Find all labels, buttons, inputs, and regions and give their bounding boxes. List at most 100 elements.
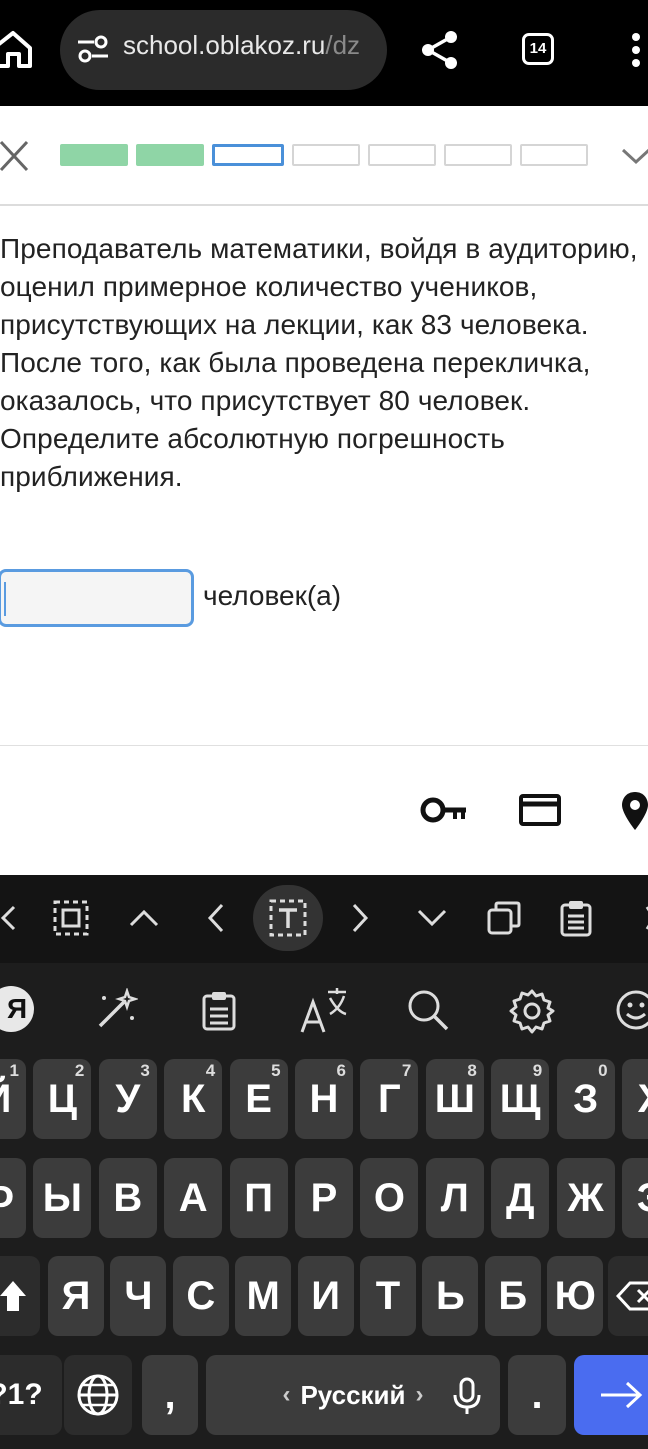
cursor-up-icon[interactable] <box>122 896 166 940</box>
key-Я[interactable]: Я <box>48 1256 104 1336</box>
close-icon[interactable] <box>0 140 30 172</box>
key-label: А <box>178 1175 208 1220</box>
progress-segment-6[interactable] <box>444 144 512 166</box>
key-К[interactable]: К4 <box>164 1059 223 1139</box>
key-Ы[interactable]: Ы <box>33 1158 92 1238</box>
question-text: Преподаватель математики, войдя в аудито… <box>0 233 638 492</box>
copy-icon[interactable] <box>482 896 526 940</box>
key-Ч[interactable]: Ч <box>110 1256 167 1336</box>
key-label: Ш <box>434 1076 475 1121</box>
progress-segment-3-current[interactable] <box>212 144 284 166</box>
select-all-icon[interactable] <box>49 896 93 940</box>
home-icon[interactable] <box>0 30 32 70</box>
key-number-hint: 2 <box>74 1061 85 1080</box>
key-label: Й <box>0 1077 11 1122</box>
key-Е[interactable]: Е5 <box>229 1059 288 1139</box>
credit-card-icon[interactable] <box>519 793 561 827</box>
key-О[interactable]: О <box>360 1158 419 1238</box>
url-main: school.oblakoz.ru <box>123 30 326 60</box>
search-icon[interactable] <box>406 988 450 1032</box>
key-label: Ц <box>47 1076 77 1121</box>
answer-unit-label: человек(а) <box>203 580 342 611</box>
backspace-key[interactable] <box>608 1256 648 1336</box>
close-toolbar-icon[interactable] <box>626 896 648 940</box>
key-number-hint: 8 <box>467 1061 477 1080</box>
cursor-right-icon[interactable] <box>338 896 382 940</box>
globe-key[interactable] <box>64 1355 132 1435</box>
key-Ь[interactable]: Ь <box>422 1256 479 1336</box>
key-П[interactable]: П <box>229 1158 288 1238</box>
share-icon[interactable] <box>420 30 460 70</box>
comma-key[interactable]: , <box>142 1355 198 1435</box>
key-label: Х <box>638 1077 648 1122</box>
more-menu-icon[interactable] <box>630 32 642 68</box>
key-С[interactable]: С <box>172 1256 229 1336</box>
key-number-hint: 1 <box>9 1061 19 1080</box>
progress-segment-5[interactable] <box>368 144 436 166</box>
paste-icon[interactable] <box>554 896 598 940</box>
key-Н[interactable]: Н6 <box>295 1059 353 1139</box>
text-select-mode-icon[interactable] <box>266 896 310 940</box>
key-В[interactable]: В <box>98 1158 157 1238</box>
progress-segment-7[interactable] <box>520 144 588 166</box>
symbols-key[interactable]: ?1? <box>0 1355 62 1435</box>
key-label: Т <box>375 1273 401 1318</box>
cursor-down-icon[interactable] <box>410 896 454 940</box>
key-А[interactable]: А <box>164 1158 223 1238</box>
key-Й[interactable]: Й1 <box>0 1059 26 1139</box>
key-number-hint: 3 <box>140 1061 150 1080</box>
period-key[interactable]: . <box>508 1355 566 1435</box>
space-key[interactable]: ‹ Русский › <box>206 1355 500 1435</box>
key-label: В <box>113 1175 143 1220</box>
key-Г[interactable]: Г7 <box>360 1059 419 1139</box>
key-label: Я <box>61 1273 91 1318</box>
settings-gear-icon[interactable] <box>509 988 555 1034</box>
site-settings-icon[interactable] <box>76 34 110 64</box>
key-Р[interactable]: Р <box>295 1158 353 1238</box>
progress-segment-2[interactable] <box>136 144 204 166</box>
key-Ю[interactable]: Ю <box>547 1256 604 1336</box>
key-label: Ю <box>554 1273 596 1318</box>
key-Д[interactable]: Д <box>491 1158 550 1238</box>
key-label: Б <box>498 1273 528 1318</box>
key-Л[interactable]: Л <box>425 1158 484 1238</box>
key-Б[interactable]: Б <box>484 1256 541 1336</box>
key-З[interactable]: З0 <box>556 1059 615 1139</box>
tabs-count-button[interactable]: 14 <box>522 33 554 65</box>
key-М[interactable]: М <box>235 1256 292 1336</box>
key-Т[interactable]: Т <box>360 1256 416 1336</box>
key-У[interactable]: У3 <box>98 1059 157 1139</box>
translate-icon[interactable] <box>300 986 350 1034</box>
language-label: Русский <box>300 1379 406 1410</box>
key-label: Ф <box>0 1176 14 1221</box>
key-label: М <box>246 1273 280 1318</box>
key-label: С <box>186 1273 216 1318</box>
chevron-left-icon[interactable] <box>0 896 30 940</box>
magic-wand-icon[interactable] <box>94 987 139 1032</box>
progress-segment-1[interactable] <box>60 144 128 166</box>
key-Х[interactable]: Х <box>622 1059 648 1139</box>
answer-input[interactable] <box>0 569 194 627</box>
shift-key[interactable] <box>0 1256 40 1336</box>
enter-key[interactable] <box>574 1355 648 1435</box>
key-Э[interactable]: Э <box>622 1158 648 1238</box>
cursor-left-icon[interactable] <box>194 896 238 940</box>
text-caret <box>4 582 6 616</box>
location-pin-icon[interactable] <box>620 790 648 832</box>
emoji-icon[interactable] <box>614 988 648 1032</box>
key-label: Р <box>310 1175 338 1220</box>
microphone-icon[interactable] <box>452 1377 482 1422</box>
key-Ж[interactable]: Ж <box>556 1158 615 1238</box>
key-Щ[interactable]: Щ9 <box>491 1059 550 1139</box>
key-label: Ь <box>436 1273 465 1318</box>
key-label: Е <box>245 1076 272 1121</box>
chevron-down-icon[interactable] <box>620 144 648 168</box>
clipboard-icon[interactable] <box>201 990 237 1032</box>
key-И[interactable]: И <box>297 1256 354 1336</box>
key-Ц[interactable]: Ц2 <box>33 1059 92 1139</box>
key-Ф[interactable]: Ф <box>0 1158 26 1238</box>
key-icon[interactable] <box>420 793 468 827</box>
key-Ш[interactable]: Ш8 <box>425 1059 484 1139</box>
keyboard-edit-toolbar <box>0 875 648 963</box>
progress-segment-4[interactable] <box>292 144 360 166</box>
